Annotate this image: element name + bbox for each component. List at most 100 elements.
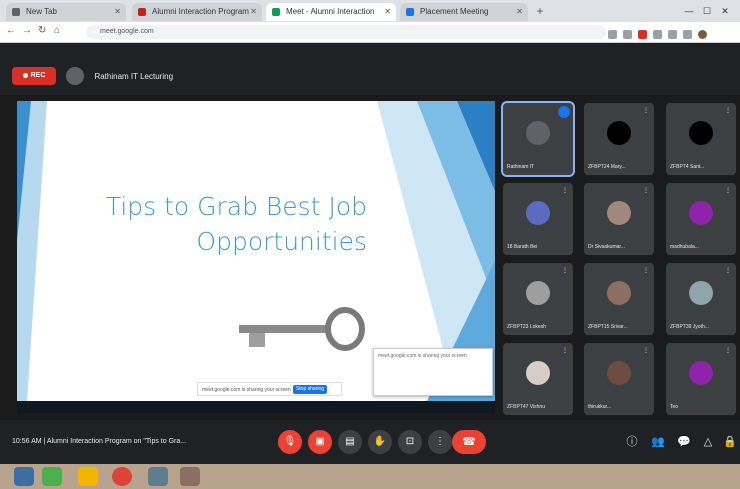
close-icon[interactable]: ✕ — [114, 3, 121, 21]
people-icon[interactable]: 👥 — [650, 434, 666, 450]
info-icon[interactable]: ⓘ — [624, 434, 640, 450]
activities-icon[interactable]: △ — [700, 434, 716, 450]
extension-icon[interactable] — [608, 30, 617, 39]
participant-tile[interactable]: ⋮ 18 Barath Bei — [503, 183, 573, 255]
tab-label: Alumni Interaction Program — [152, 7, 249, 16]
notification-popup[interactable]: meet.google.com is sharing your screen — [373, 348, 493, 396]
shared-screen-taskbar — [17, 401, 495, 413]
present-icon: ⊡ — [405, 436, 415, 447]
mic-icon: 🎙 — [283, 436, 297, 447]
avatar — [526, 361, 550, 385]
address-bar: ← → ↻ ⌂ meet.google.com — [0, 22, 740, 43]
mic-muted-icon: ⋮ — [562, 188, 568, 194]
tab-label: Meet - Alumni Interaction — [286, 7, 375, 16]
taskbar-app-icon[interactable] — [42, 467, 62, 486]
present-button[interactable]: ⊡ — [398, 430, 422, 454]
home-icon[interactable]: ⌂ — [54, 25, 60, 36]
participant-tile[interactable]: ⋮ ZFBPT39 Jyoth... — [666, 263, 736, 335]
camera-button[interactable]: ▣ — [308, 430, 332, 454]
raise-hand-button[interactable]: ✋ — [368, 430, 392, 454]
taskbar-app-icon[interactable] — [180, 467, 200, 486]
extension-icon[interactable] — [653, 30, 662, 39]
captions-button[interactable]: ▤ — [338, 430, 362, 454]
profile-icon[interactable] — [698, 30, 707, 39]
avatar — [689, 281, 713, 305]
avatar — [607, 281, 631, 305]
close-icon[interactable]: ✕ — [384, 3, 391, 21]
slide-title: Tips to Grab Best Job Opportunities — [67, 189, 367, 259]
mic-muted-icon: ⋮ — [643, 268, 649, 274]
tab-favicon-icon — [406, 8, 414, 16]
camera-icon: ▣ — [315, 436, 325, 447]
participant-name: ZFBPT39 Jyoth... — [670, 324, 709, 330]
close-icon[interactable]: ✕ — [516, 3, 523, 21]
avatar — [607, 121, 631, 145]
more-options-button[interactable]: ⋮ — [428, 430, 452, 454]
participant-name: Teo — [670, 404, 679, 410]
hangup-icon: ☎ — [462, 436, 476, 448]
extension-icon[interactable] — [683, 30, 692, 39]
participant-name: 18 Barath Bei — [507, 244, 538, 250]
mic-muted-icon: ⋮ — [562, 268, 568, 274]
participant-name: Dr Sivaakumar... — [588, 244, 625, 250]
close-icon[interactable]: ✕ — [250, 3, 257, 21]
url-field[interactable]: meet.google.com — [86, 25, 606, 39]
browser-tab-bar: New Tab ✕ Alumni Interaction Program ✕ Mee… — [0, 0, 740, 22]
participant-name: Rathinam IT — [507, 164, 535, 170]
participant-name: madhubala... — [670, 244, 699, 250]
reload-icon[interactable]: ↻ — [38, 25, 46, 36]
mic-muted-icon: ⋮ — [643, 108, 649, 114]
extension-icon[interactable] — [638, 30, 647, 39]
chrome-icon[interactable] — [112, 467, 132, 486]
participant-tile[interactable]: ⋮ ZFBPT23 Lokesh — [503, 263, 573, 335]
participant-tile[interactable]: ⋮ Dr Sivaakumar... — [584, 183, 654, 255]
participant-tile[interactable]: Rathinam IT — [501, 101, 575, 177]
extension-icon[interactable] — [623, 30, 632, 39]
mic-muted-icon: ⋮ — [643, 348, 649, 354]
captions-icon: ▤ — [345, 436, 355, 447]
mic-muted-icon: ⋮ — [643, 188, 649, 194]
mic-muted-icon: ⋮ — [725, 188, 731, 194]
meeting-info[interactable]: Rathinam IT Lecturing — [66, 67, 173, 85]
participant-tile[interactable]: ⋮ ZFBPT24 Mary... — [584, 103, 654, 175]
tab-favicon-icon — [272, 8, 280, 16]
participant-tile[interactable]: ⋮ ZFBPT15 Srivar... — [584, 263, 654, 335]
minimize-icon[interactable]: — — [680, 0, 698, 22]
new-tab-button[interactable]: + — [532, 4, 548, 18]
leave-call-button[interactable]: ☎ — [452, 430, 486, 454]
participant-name: ZFBPT15 Srivar... — [588, 324, 628, 330]
taskbar-app-icon[interactable] — [148, 467, 168, 486]
taskbar-app-icon[interactable] — [14, 467, 34, 486]
lock-icon[interactable]: 🔒 — [722, 434, 738, 450]
browser-tab-2[interactable]: Alumni Interaction Program ✕ — [132, 3, 262, 21]
participant-tile[interactable]: ⋮ ZFBPT4 Sant... — [666, 103, 736, 175]
avatar — [689, 361, 713, 385]
forward-icon[interactable]: → — [22, 25, 32, 36]
browser-tab-4[interactable]: Placement Meeting ✕ — [400, 3, 528, 21]
chat-icon[interactable]: 💬 — [676, 434, 692, 450]
tab-favicon-icon — [12, 8, 20, 16]
avatar — [607, 201, 631, 225]
time-label: 10:56 AM — [12, 438, 42, 445]
participant-tile[interactable]: ⋮ thirukkur... — [584, 343, 654, 415]
mic-button[interactable]: 🎙 — [278, 430, 302, 454]
participant-tile[interactable]: ⋮ madhubala... — [666, 183, 736, 255]
tab-label: Placement Meeting — [420, 7, 489, 16]
screen-share-bar: meet.google.com is sharing your screen S… — [197, 382, 342, 396]
more-icon: ⋮ — [435, 436, 445, 447]
recording-badge: REC — [12, 67, 56, 85]
meeting-time: 10:56 AM | Alumni Interaction Program on… — [12, 438, 187, 445]
tab-favicon-icon — [138, 8, 146, 16]
back-icon[interactable]: ← — [6, 25, 16, 36]
stop-sharing-button[interactable]: Stop sharing — [293, 385, 327, 394]
taskbar-app-icon[interactable] — [78, 467, 98, 486]
maximize-icon[interactable]: ☐ — [698, 0, 716, 22]
participant-tile[interactable]: ⋮ Teo — [666, 343, 736, 415]
browser-tab-1[interactable]: New Tab ✕ — [6, 3, 126, 21]
desktop-taskbar — [0, 464, 740, 489]
extension-icon[interactable] — [668, 30, 677, 39]
share-notice-text: meet.google.com is sharing your screen — [202, 387, 291, 393]
close-window-icon[interactable]: ✕ — [716, 0, 734, 22]
participant-tile[interactable]: ⋮ ZFBPT47 Vishnu — [503, 343, 573, 415]
browser-tab-3[interactable]: Meet - Alumni Interaction ✕ — [266, 3, 396, 21]
